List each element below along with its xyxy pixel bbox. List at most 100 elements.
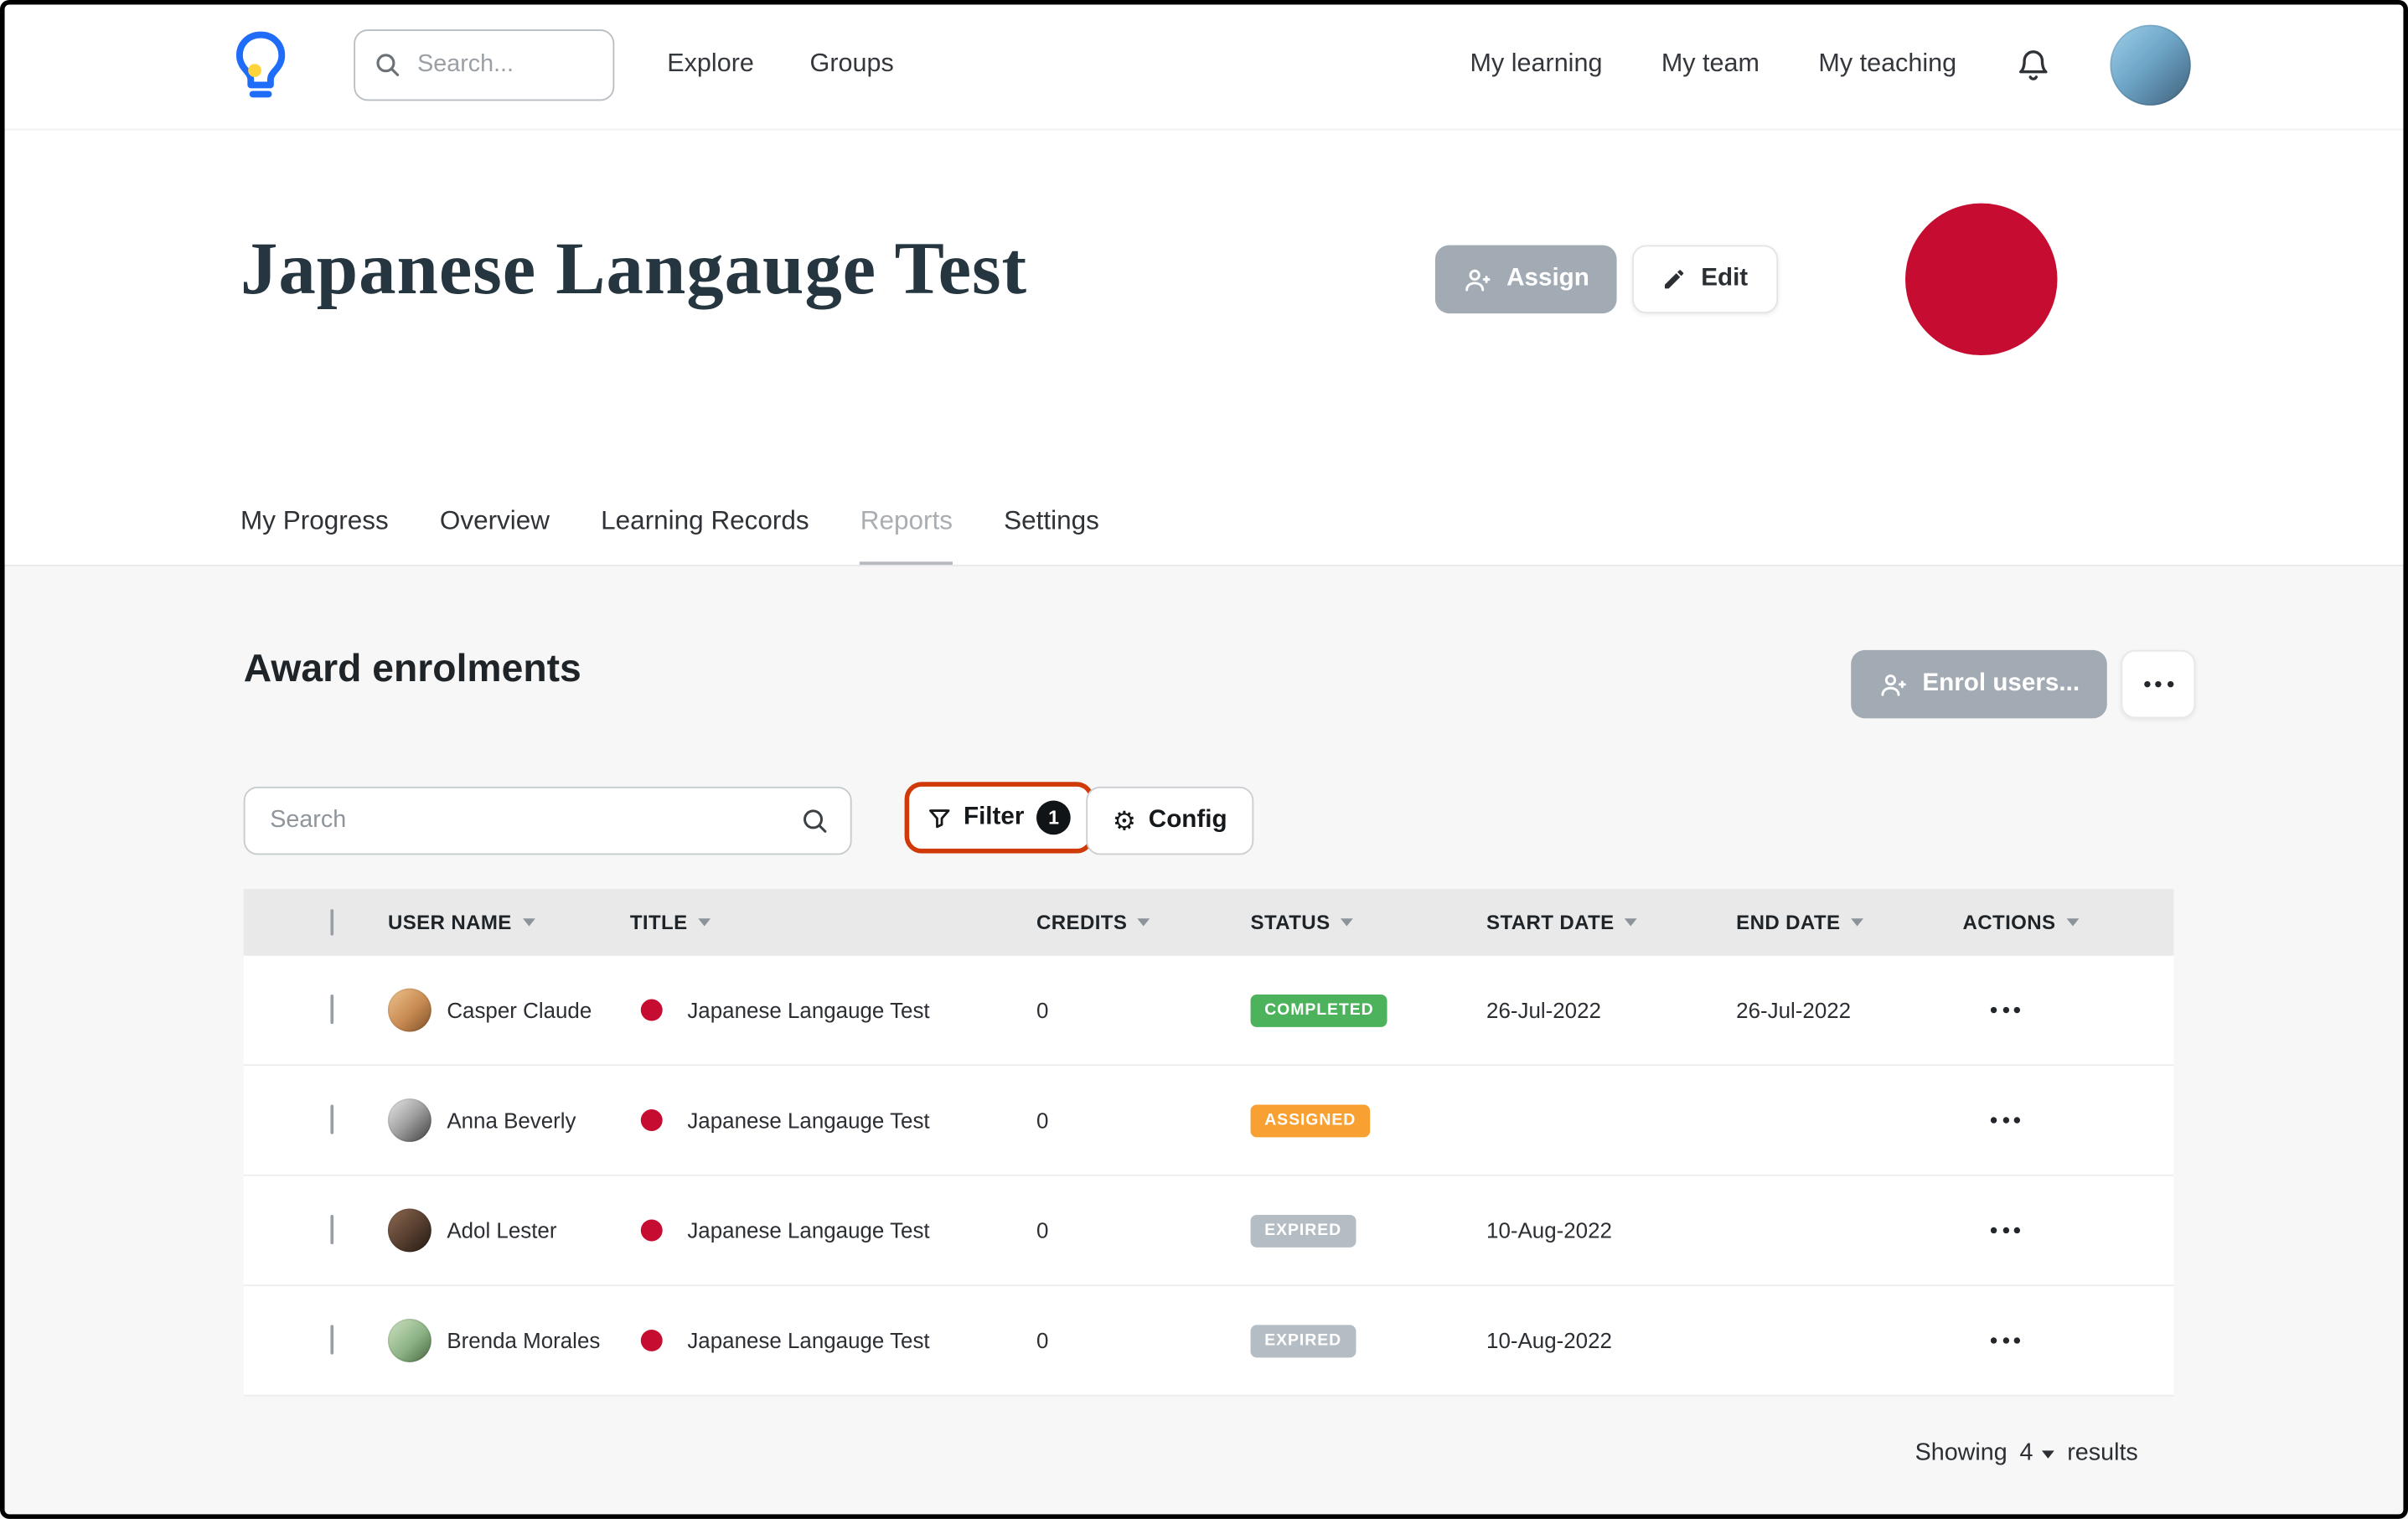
row-checkbox[interactable]	[330, 1104, 333, 1134]
pencil-icon	[1662, 267, 1687, 292]
nav-my-teaching[interactable]: My teaching	[1818, 49, 1956, 79]
column-header-credits[interactable]: CREDITS	[1036, 911, 1251, 934]
tab-my-progress[interactable]: My Progress	[240, 506, 389, 565]
enrolment-title[interactable]: Japanese Langauge Test	[687, 1108, 929, 1133]
avatar	[388, 1319, 431, 1362]
section-actions: Enrol users...	[1851, 650, 2196, 718]
reports-content: Award enrolments Enrol users...	[0, 566, 2408, 1519]
results-label: results	[2067, 1439, 2138, 1467]
sort-icon	[2066, 918, 2079, 926]
enrolment-title[interactable]: Japanese Langauge Test	[687, 1328, 929, 1353]
status-badge: EXPIRED	[1251, 1214, 1356, 1247]
tab-settings[interactable]: Settings	[1004, 506, 1099, 565]
avatar	[388, 1098, 431, 1142]
search-icon	[374, 51, 400, 77]
page-title: Japanese Langauge Test	[240, 226, 1027, 312]
award-dot-icon	[641, 1330, 663, 1351]
user-name[interactable]: Brenda Morales	[447, 1328, 600, 1353]
enrolment-title[interactable]: Japanese Langauge Test	[687, 998, 929, 1023]
app-window: Explore Groups My learning My team My te…	[0, 0, 2408, 1519]
credits-value: 0	[1036, 1218, 1251, 1243]
column-header-actions[interactable]: ACTIONS	[1963, 911, 2174, 934]
section-heading: Award enrolments	[244, 647, 581, 692]
row-actions-button[interactable]	[1991, 1215, 2174, 1246]
gear-icon: ⚙	[1113, 808, 1136, 834]
config-label: Config	[1149, 807, 1227, 834]
sort-icon	[1138, 918, 1150, 926]
table-row: Anna Beverly Japanese Langauge Test 0 AS…	[244, 1066, 2174, 1175]
award-dot-icon	[641, 1220, 663, 1242]
select-all-checkbox[interactable]	[330, 909, 333, 935]
row-actions-button[interactable]	[1991, 1104, 2174, 1135]
ellipsis-icon	[2144, 669, 2173, 700]
user-avatar[interactable]	[2110, 24, 2190, 105]
status-badge: EXPIRED	[1251, 1325, 1356, 1357]
results-summary: Showing 4 results	[1915, 1439, 2138, 1467]
column-header-title[interactable]: TITLE	[630, 911, 1036, 934]
column-header-start-date[interactable]: START DATE	[1486, 911, 1736, 934]
notifications-bell-icon[interactable]	[2015, 47, 2051, 83]
tab-overview[interactable]: Overview	[440, 506, 550, 565]
nav-my-team[interactable]: My team	[1661, 49, 1759, 79]
person-assign-icon	[1463, 265, 1492, 294]
table-search[interactable]	[244, 787, 852, 855]
row-checkbox[interactable]	[330, 1325, 333, 1354]
filter-label: Filter	[964, 803, 1024, 831]
edit-label: Edit	[1701, 266, 1748, 293]
tab-reports[interactable]: Reports	[860, 506, 953, 565]
nav-groups[interactable]: Groups	[810, 49, 894, 79]
user-name[interactable]: Anna Beverly	[447, 1108, 576, 1133]
filter-count-badge: 1	[1036, 801, 1071, 835]
column-header-user-name[interactable]: USER NAME	[388, 911, 630, 934]
global-search-input[interactable]	[414, 49, 594, 80]
table-header-row: USER NAME TITLE CREDITS STATUS START DAT…	[244, 889, 2174, 956]
header-actions: Assign Edit	[1435, 245, 1777, 313]
chevron-down-icon	[2043, 1450, 2055, 1458]
column-header-end-date[interactable]: END DATE	[1736, 911, 1962, 934]
user-name[interactable]: Casper Claude	[447, 998, 592, 1023]
course-tabs: My Progress Overview Learning Records Re…	[240, 506, 1099, 565]
global-search[interactable]	[354, 28, 614, 100]
row-actions-button[interactable]	[1991, 1325, 2174, 1356]
tab-learning-records[interactable]: Learning Records	[601, 506, 809, 565]
funnel-icon	[928, 806, 951, 829]
award-image-red-circle	[1905, 204, 2057, 355]
status-badge: COMPLETED	[1251, 994, 1388, 1026]
credits-value: 0	[1036, 1328, 1251, 1353]
enrolment-title[interactable]: Japanese Langauge Test	[687, 1218, 929, 1243]
start-date: 10-Aug-2022	[1486, 1218, 1736, 1243]
nav-explore[interactable]: Explore	[667, 49, 754, 79]
person-add-icon	[1879, 669, 1909, 699]
edit-button[interactable]: Edit	[1633, 245, 1778, 313]
column-header-status[interactable]: STATUS	[1251, 911, 1486, 934]
showing-label: Showing	[1915, 1439, 2008, 1467]
end-date: 26-Jul-2022	[1736, 998, 1962, 1023]
config-button[interactable]: ⚙ Config	[1086, 787, 1253, 855]
row-checkbox[interactable]	[330, 1215, 333, 1244]
more-actions-button[interactable]	[2121, 650, 2196, 718]
sort-icon	[1341, 918, 1353, 926]
avatar	[388, 989, 431, 1032]
nav-my-learning[interactable]: My learning	[1470, 49, 1603, 79]
enrol-users-label: Enrol users...	[1922, 670, 2080, 698]
search-icon	[801, 807, 829, 834]
sort-icon	[1625, 918, 1638, 926]
award-dot-icon	[641, 1109, 663, 1131]
row-actions-button[interactable]	[1991, 995, 2174, 1026]
table-search-input[interactable]	[267, 805, 786, 836]
sort-icon	[523, 918, 535, 926]
row-checkbox[interactable]	[330, 995, 333, 1024]
credits-value: 0	[1036, 1108, 1251, 1133]
table-row: Adol Lester Japanese Langauge Test 0 EXP…	[244, 1176, 2174, 1286]
assign-button[interactable]: Assign	[1435, 245, 1617, 313]
logo-lightbulb-icon[interactable]	[233, 26, 289, 104]
course-header: Japanese Langauge Test Assign Edit	[0, 131, 2408, 566]
filter-button[interactable]: Filter 1	[905, 782, 1094, 853]
award-dot-icon	[641, 1000, 663, 1021]
status-badge: ASSIGNED	[1251, 1104, 1370, 1137]
assign-label: Assign	[1506, 266, 1589, 293]
results-count-dropdown[interactable]: 4	[2020, 1439, 2055, 1467]
enrol-users-button[interactable]: Enrol users...	[1851, 650, 2107, 718]
user-name[interactable]: Adol Lester	[447, 1218, 556, 1243]
primary-nav: Explore Groups	[667, 49, 893, 79]
